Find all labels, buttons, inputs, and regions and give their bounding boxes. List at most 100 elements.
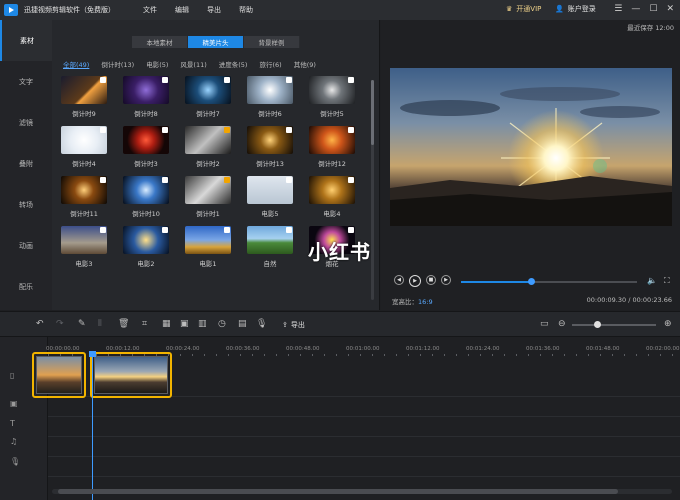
menu-file[interactable]: 文件	[143, 5, 157, 15]
library-scrollbar[interactable]	[371, 80, 374, 300]
plus-icon[interactable]	[162, 227, 168, 233]
material-item[interactable]: 电影1	[185, 226, 231, 268]
material-thumbnail[interactable]	[185, 226, 231, 254]
zoom-handle[interactable]	[594, 321, 601, 328]
material-thumbnail[interactable]	[123, 176, 169, 204]
sidebar-item-text[interactable]: 文字	[0, 61, 52, 102]
plus-icon[interactable]	[100, 127, 106, 133]
material-thumbnail[interactable]	[247, 76, 293, 104]
material-item[interactable]: 倒计时11	[61, 176, 107, 218]
material-item[interactable]: 倒计时5	[309, 76, 355, 118]
delete-icon[interactable]: 🗑	[118, 320, 129, 329]
vip-button[interactable]: ♛ 开通VIP	[506, 4, 541, 14]
sidebar-item-animation[interactable]: 动画	[0, 225, 52, 266]
prev-frame-button[interactable]: ◀	[394, 275, 404, 285]
menu-export[interactable]: 导出	[207, 5, 221, 15]
plus-icon[interactable]	[286, 77, 292, 83]
crown-icon[interactable]	[224, 127, 230, 133]
sidebar-item-overlay[interactable]: 叠附	[0, 143, 52, 184]
material-thumbnail[interactable]	[61, 76, 107, 104]
menu-help[interactable]: 帮助	[239, 5, 253, 15]
material-item[interactable]: 电影3	[61, 226, 107, 268]
category-all[interactable]: 全部(49)	[63, 59, 89, 69]
play-button[interactable]: ▶	[409, 275, 421, 287]
material-thumbnail[interactable]	[61, 226, 107, 254]
material-item[interactable]: 倒计时3	[123, 126, 169, 168]
fullscreen-icon[interactable]: ⛶	[664, 276, 670, 286]
sidebar-item-music[interactable]: 配乐	[0, 266, 52, 307]
category-progress-bar[interactable]: 进度条(5)	[219, 59, 248, 69]
microphone-icon[interactable]: 🎙	[256, 320, 267, 329]
plus-icon[interactable]	[348, 227, 354, 233]
material-item[interactable]: 电影2	[123, 226, 169, 268]
aspect-ratio[interactable]: 宽高比：16:9	[392, 296, 433, 306]
stop-button[interactable]: ■	[426, 275, 436, 285]
material-item[interactable]: 电影4	[309, 176, 355, 218]
plus-icon[interactable]	[348, 177, 354, 183]
sidebar-item-transition[interactable]: 转场	[0, 184, 52, 225]
zoom-out-icon[interactable]: ⊖	[558, 320, 566, 329]
volume-icon[interactable]: 🔈	[647, 276, 657, 285]
material-thumbnail[interactable]	[185, 76, 231, 104]
material-item[interactable]: 倒计时9	[61, 76, 107, 118]
material-item[interactable]: 倒计时1	[185, 176, 231, 218]
plus-icon[interactable]	[286, 127, 292, 133]
plus-icon[interactable]	[162, 77, 168, 83]
category-scenery[interactable]: 风景(11)	[180, 59, 206, 69]
material-thumbnail[interactable]	[247, 176, 293, 204]
progress-handle[interactable]	[528, 278, 536, 285]
material-thumbnail[interactable]	[123, 76, 169, 104]
material-thumbnail[interactable]	[247, 226, 293, 254]
material-item[interactable]: 倒计时13	[247, 126, 293, 168]
zoom-in-icon[interactable]: ⊕	[664, 320, 672, 329]
voiceover-icon[interactable]: ▤	[238, 320, 247, 329]
category-travel[interactable]: 旅行(6)	[259, 59, 281, 69]
plus-icon[interactable]	[224, 227, 230, 233]
menu-icon[interactable]: ☰	[614, 4, 622, 14]
fit-timeline-icon[interactable]: ▭	[540, 320, 549, 329]
plus-icon[interactable]	[286, 177, 292, 183]
minimize-icon[interactable]: —	[631, 4, 640, 14]
material-item[interactable]: 倒计时10	[123, 176, 169, 218]
category-other[interactable]: 其他(9)	[294, 59, 316, 69]
material-item[interactable]: 倒计时12	[309, 126, 355, 168]
plus-icon[interactable]	[100, 227, 106, 233]
scrollbar-thumb[interactable]	[371, 80, 374, 145]
material-thumbnail[interactable]	[309, 76, 355, 104]
material-thumbnail[interactable]	[61, 126, 107, 154]
redo-icon[interactable]: ↷	[56, 320, 64, 329]
material-thumbnail[interactable]	[309, 176, 355, 204]
plus-icon[interactable]	[348, 127, 354, 133]
playhead[interactable]	[89, 351, 96, 500]
timeline-scrollbar-thumb[interactable]	[58, 489, 618, 494]
plus-icon[interactable]	[100, 77, 106, 83]
tab-local-material[interactable]: 本地素材	[132, 36, 188, 48]
material-thumbnail[interactable]	[309, 126, 355, 154]
close-icon[interactable]: ✕	[666, 4, 674, 14]
material-item[interactable]: 电影5	[247, 176, 293, 218]
speed-icon[interactable]: ◷	[218, 320, 226, 329]
category-movie[interactable]: 电影(5)	[146, 59, 168, 69]
zoom-frame-icon[interactable]: ▣	[180, 320, 189, 329]
category-countdown[interactable]: 倒计时(13)	[101, 59, 134, 69]
freeze-icon[interactable]: ▥	[198, 320, 207, 329]
export-button[interactable]: ⇪ 导出	[282, 320, 305, 330]
material-thumbnail[interactable]	[247, 126, 293, 154]
material-item[interactable]: 自然	[247, 226, 293, 268]
plus-icon[interactable]	[162, 127, 168, 133]
plus-icon[interactable]	[162, 177, 168, 183]
tab-backgrounds[interactable]: 背景样例	[244, 36, 300, 48]
maximize-icon[interactable]: ☐	[649, 4, 657, 14]
tab-intros[interactable]: 精美片头	[188, 36, 244, 48]
plus-icon[interactable]	[100, 177, 106, 183]
split-icon[interactable]: ⫴	[98, 320, 102, 329]
material-thumbnail[interactable]	[123, 226, 169, 254]
menu-edit[interactable]: 编辑	[175, 5, 189, 15]
playback-progress[interactable]	[461, 278, 637, 285]
material-item[interactable]: 倒计时2	[185, 126, 231, 168]
plus-icon[interactable]	[348, 77, 354, 83]
material-thumbnail[interactable]	[185, 126, 231, 154]
video-preview[interactable]	[390, 68, 672, 226]
login-button[interactable]: 👤 账户登录	[555, 4, 596, 14]
crown-icon[interactable]	[224, 177, 230, 183]
